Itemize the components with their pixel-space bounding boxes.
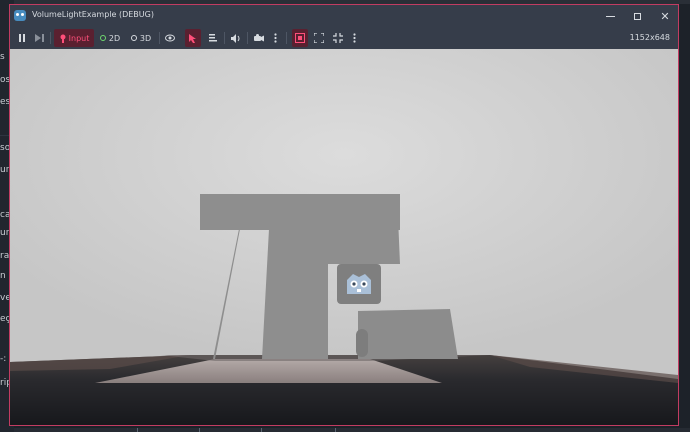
visibility-button[interactable] [162,29,178,47]
list-select-button[interactable] [205,29,221,47]
toolbar-separator [159,32,160,44]
eye-icon [165,34,175,42]
mode-2d-label: 2D [108,33,121,43]
game-toolbar: Input 2D 3D 1152x648 [10,27,678,49]
toolbar-separator [286,32,287,44]
close-icon: ✕ [660,9,670,23]
game-viewport[interactable] [10,49,678,425]
audio-button[interactable] [228,29,244,47]
cursor-select-icon [189,33,196,43]
minimize-button[interactable] [595,5,625,27]
mode-3d-label: 3D [139,33,152,43]
bg-text: -: [0,354,7,364]
list-icon [208,33,217,41]
window-title: VolumeLightExample (DEBUG) [32,10,154,19]
input-label: Input [68,33,90,43]
maximize-button[interactable] [622,5,652,27]
minimize-icon [605,15,615,17]
toolbar-separator [50,32,51,44]
collapse-button[interactable] [330,29,346,47]
godot-logo-icon [337,264,381,304]
title-bar[interactable]: VolumeLightExample (DEBUG) ✕ [10,5,678,27]
close-button[interactable]: ✕ [650,5,678,27]
mode-2d-indicator-icon [99,35,106,41]
bg-text: n [0,271,6,281]
expand-button[interactable] [311,29,327,47]
view-options-button[interactable] [348,29,360,47]
background-editor-bottom [14,428,690,432]
mode-2d-button[interactable]: 2D [98,29,122,47]
camera-override-button[interactable] [251,29,267,47]
godot-app-icon [14,10,26,21]
toolbar-separator [224,32,225,44]
small-block [358,309,458,359]
bg-text: ur [0,228,10,238]
input-toggle-button[interactable]: Input [54,29,94,47]
camera-options-button[interactable] [269,29,281,47]
camera-icon [254,34,264,42]
bg-text: s [0,52,5,62]
vertical-dots-icon [352,33,356,43]
toolbar-separator [247,32,248,44]
pause-button[interactable] [14,29,30,47]
mode-3d-button[interactable]: 3D [127,29,155,47]
joystick-icon [60,34,66,43]
select-tool-button[interactable] [185,29,201,47]
game-window: VolumeLightExample (DEBUG) ✕ Input 2D 3D… [9,4,679,426]
speaker-icon [231,33,240,43]
next-frame-button[interactable] [31,29,47,47]
resolution-label: 1152x648 [629,33,670,42]
pause-icon [19,34,25,42]
next-frame-icon [34,34,44,42]
frame-select-icon [295,33,305,43]
maximize-icon [633,12,641,20]
bg-text: ur [0,165,10,175]
vertical-dots-icon [273,33,277,43]
mode-3d-indicator-icon [130,35,137,41]
collapse-icon [333,33,343,43]
frame-select-button[interactable] [292,29,308,47]
scene-render [10,194,678,425]
bg-text: ra [0,251,10,261]
expand-icon [314,33,324,43]
